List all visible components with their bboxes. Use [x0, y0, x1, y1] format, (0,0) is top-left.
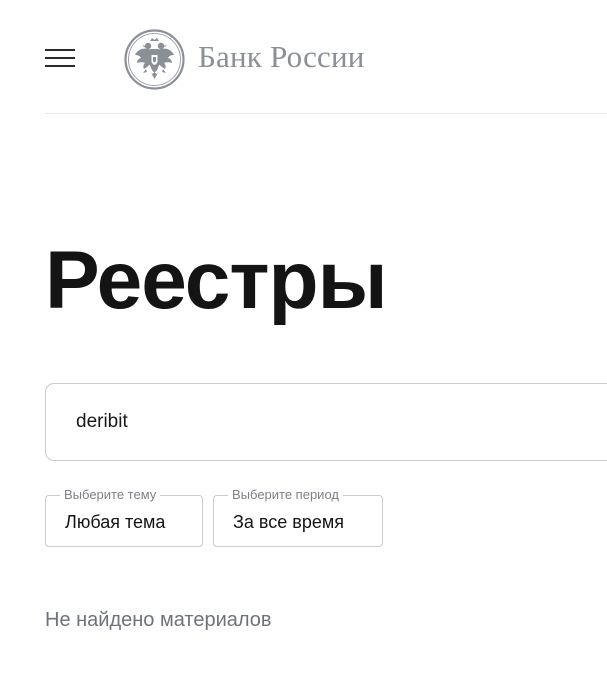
search-input[interactable]	[76, 384, 596, 460]
site-header: Банк России	[0, 0, 607, 114]
menu-line	[45, 65, 75, 67]
double-headed-eagle-icon	[124, 28, 185, 90]
theme-filter-select[interactable]: Выберите тему Любая тема	[45, 487, 203, 547]
search-field[interactable]	[45, 383, 607, 461]
period-filter-value: За все время	[233, 512, 344, 532]
header-divider	[45, 113, 607, 114]
period-filter-select[interactable]: Выберите период За все время	[213, 487, 383, 547]
hamburger-menu-icon[interactable]	[45, 47, 75, 71]
brand-name: Банк России	[198, 39, 365, 74]
theme-filter-value: Любая тема	[65, 512, 166, 532]
page-title: Реестры	[45, 235, 388, 326]
page: Банк России Реестры Выберите тему Любая …	[0, 0, 607, 673]
menu-line	[45, 49, 75, 51]
theme-filter-label: Выберите тему	[60, 487, 161, 503]
bank-logo[interactable]: Банк России	[124, 28, 365, 90]
no-results-message: Не найдено материалов	[45, 609, 272, 631]
period-filter-label: Выберите период	[228, 487, 343, 503]
menu-line	[45, 57, 75, 59]
